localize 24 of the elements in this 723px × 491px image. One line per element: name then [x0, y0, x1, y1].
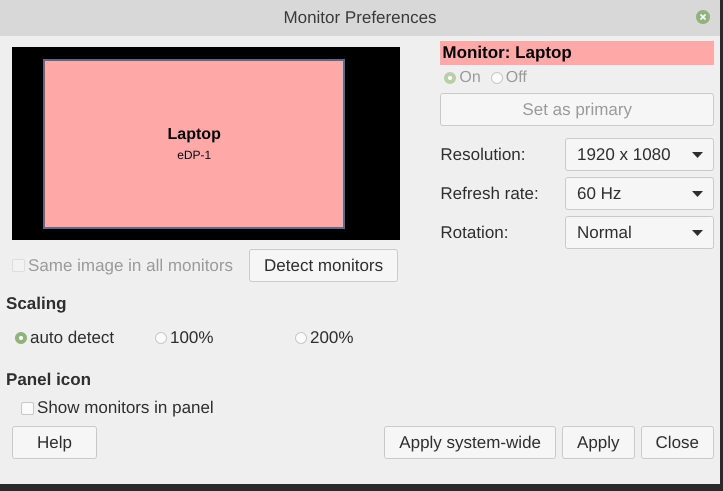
- radio-option[interactable]: auto detect: [15, 328, 155, 348]
- detect-monitors-button[interactable]: Detect monitors: [249, 249, 398, 282]
- checkbox[interactable]: Show monitors in panel: [21, 398, 714, 418]
- field-label: Refresh rate:: [440, 184, 539, 204]
- dropdown[interactable]: 1920 x 1080: [565, 138, 714, 171]
- dialog-button[interactable]: Help: [12, 426, 97, 459]
- monitor-heading: Monitor: Laptop: [440, 41, 714, 65]
- window-title: Monitor Preferences: [283, 8, 437, 28]
- caret-icon: [692, 190, 703, 196]
- dialog-button[interactable]: Apply: [562, 426, 635, 459]
- radio-option[interactable]: 200%: [295, 328, 435, 348]
- dropdown[interactable]: Normal: [565, 216, 714, 249]
- dialog-button[interactable]: Close: [640, 426, 714, 459]
- section-heading: Panel icon: [6, 370, 92, 390]
- close-icon[interactable]: [696, 10, 710, 24]
- monitor-tile[interactable]: Laptop eDP-1: [43, 58, 346, 228]
- dropdown[interactable]: 60 Hz: [565, 177, 714, 210]
- section-heading: Scaling: [6, 294, 68, 314]
- caret-icon: [692, 152, 703, 158]
- field-label: Resolution:: [440, 144, 526, 164]
- field-label: Rotation:: [440, 222, 508, 242]
- caret-icon: [692, 230, 703, 236]
- radio-option[interactable]: 100%: [155, 328, 295, 348]
- dialog-button[interactable]: Apply system-wide: [384, 426, 556, 459]
